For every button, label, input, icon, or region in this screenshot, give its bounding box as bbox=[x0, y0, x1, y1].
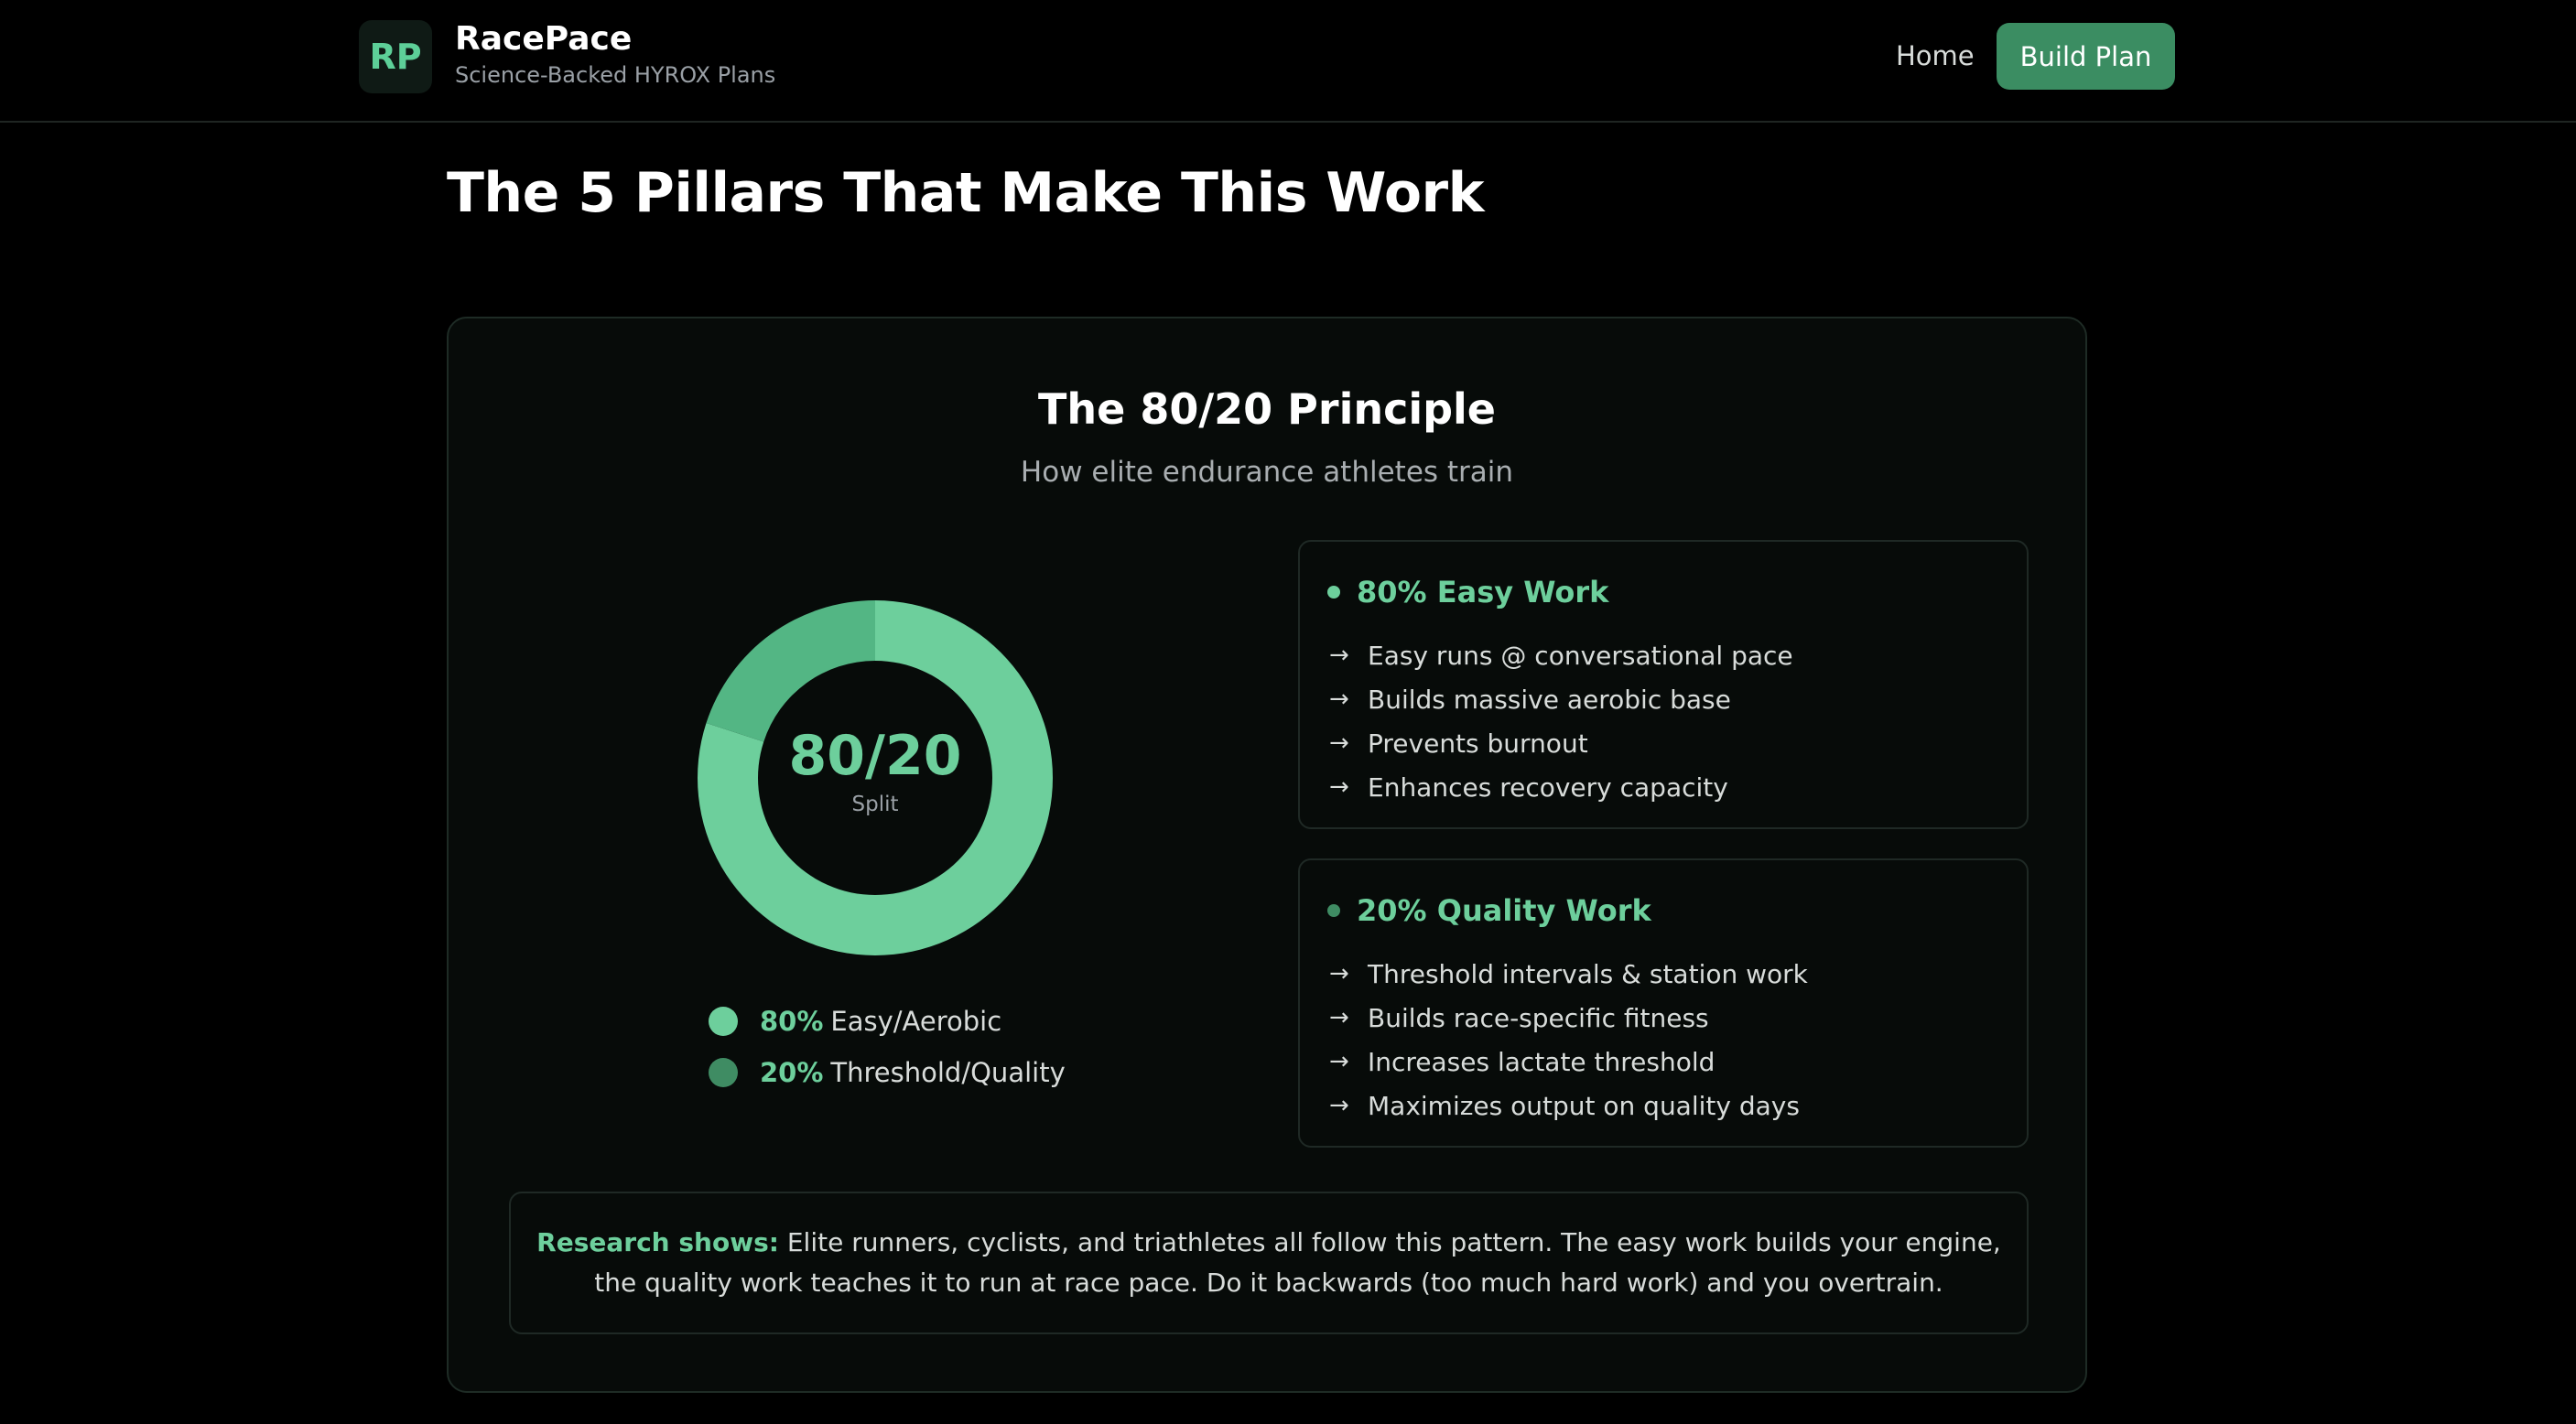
legend-item-easy: 80% Easy/Aerobic bbox=[709, 996, 1066, 1047]
page-title: The 5 Pillars That Make This Work bbox=[447, 161, 1485, 225]
logo-badge[interactable]: RP bbox=[359, 20, 432, 93]
arrow-right-icon: → bbox=[1329, 1004, 1349, 1031]
nav-home-link[interactable]: Home bbox=[1896, 40, 1975, 71]
list-item-text: Easy runs @ conversational pace bbox=[1368, 640, 1793, 671]
legend-pct-quality: 20% bbox=[760, 1057, 824, 1088]
donut-legend: 80% Easy/Aerobic 20% Threshold/Quality bbox=[709, 996, 1066, 1098]
split-donut-chart: 80/20 Split bbox=[698, 600, 1053, 955]
list-item-text: Builds massive aerobic base bbox=[1368, 684, 1731, 715]
card-title: The 80/20 Principle bbox=[1037, 384, 1497, 434]
list-item-text: Builds race-specific fitness bbox=[1368, 1002, 1709, 1033]
quality-work-dot bbox=[1327, 904, 1340, 917]
list-item: → Enhances recovery capacity bbox=[1329, 765, 1793, 809]
research-lead: Research shows: bbox=[536, 1227, 779, 1257]
list-item-text: Prevents burnout bbox=[1368, 728, 1588, 759]
brand-tagline: Science-Backed HYROX Plans bbox=[455, 62, 776, 88]
arrow-right-icon: → bbox=[1329, 1092, 1349, 1119]
quality-work-title: 20% Quality Work bbox=[1357, 893, 1651, 928]
legend-label-easy: Easy/Aerobic bbox=[830, 1006, 1002, 1037]
brand-name[interactable]: RacePace bbox=[455, 20, 632, 58]
research-text: Elite runners, cyclists, and triathletes… bbox=[594, 1227, 2001, 1298]
list-item: → Prevents burnout bbox=[1329, 721, 1793, 765]
easy-work-list: → Easy runs @ conversational pace → Buil… bbox=[1329, 633, 1793, 809]
research-note: Research shows: Elite runners, cyclists,… bbox=[509, 1192, 2029, 1334]
build-plan-button[interactable]: Build Plan bbox=[1997, 23, 2175, 90]
easy-work-dot bbox=[1327, 586, 1340, 599]
list-item: → Maximizes output on quality days bbox=[1329, 1084, 1808, 1127]
list-item-text: Maximizes output on quality days bbox=[1368, 1090, 1800, 1121]
legend-pct-easy: 80% bbox=[760, 1006, 824, 1037]
quality-work-heading: 20% Quality Work bbox=[1327, 893, 1651, 928]
easy-work-title: 80% Easy Work bbox=[1357, 575, 1609, 610]
arrow-right-icon: → bbox=[1329, 642, 1349, 669]
list-item-text: Threshold intervals & station work bbox=[1368, 958, 1808, 989]
card-subtitle: How elite endurance athletes train bbox=[1020, 456, 1514, 489]
arrow-right-icon: → bbox=[1329, 729, 1349, 757]
list-item: → Builds race-specific fitness bbox=[1329, 996, 1808, 1040]
legend-dot-quality bbox=[709, 1058, 738, 1087]
list-item-text: Increases lactate threshold bbox=[1368, 1046, 1716, 1077]
list-item: → Builds massive aerobic base bbox=[1329, 677, 1793, 721]
legend-dot-easy bbox=[709, 1007, 738, 1036]
list-item: → Threshold intervals & station work bbox=[1329, 952, 1808, 996]
research-paragraph: Research shows: Elite runners, cyclists,… bbox=[536, 1223, 2001, 1303]
quality-work-box: 20% Quality Work → Threshold intervals &… bbox=[1298, 858, 2029, 1148]
top-navbar: RP RacePace Science-Backed HYROX Plans H… bbox=[0, 0, 2576, 123]
arrow-right-icon: → bbox=[1329, 960, 1349, 987]
easy-work-heading: 80% Easy Work bbox=[1327, 575, 1608, 610]
donut-center-value: 80/20 bbox=[788, 724, 962, 788]
legend-item-quality: 20% Threshold/Quality bbox=[709, 1047, 1066, 1098]
quality-work-list: → Threshold intervals & station work → B… bbox=[1329, 952, 1808, 1127]
list-item: → Increases lactate threshold bbox=[1329, 1040, 1808, 1084]
legend-label-quality: Threshold/Quality bbox=[830, 1057, 1066, 1088]
list-item: → Easy runs @ conversational pace bbox=[1329, 633, 1793, 677]
list-item-text: Enhances recovery capacity bbox=[1368, 771, 1728, 803]
principle-card: The 80/20 Principle How elite endurance … bbox=[447, 317, 2087, 1393]
logo-text: RP bbox=[369, 37, 422, 77]
arrow-right-icon: → bbox=[1329, 773, 1349, 801]
donut-center: 80/20 Split bbox=[698, 600, 1053, 955]
easy-work-box: 80% Easy Work → Easy runs @ conversation… bbox=[1298, 540, 2029, 829]
donut-center-label: Split bbox=[851, 793, 899, 816]
arrow-right-icon: → bbox=[1329, 1048, 1349, 1075]
build-plan-button-label: Build Plan bbox=[2019, 40, 2152, 72]
arrow-right-icon: → bbox=[1329, 685, 1349, 713]
